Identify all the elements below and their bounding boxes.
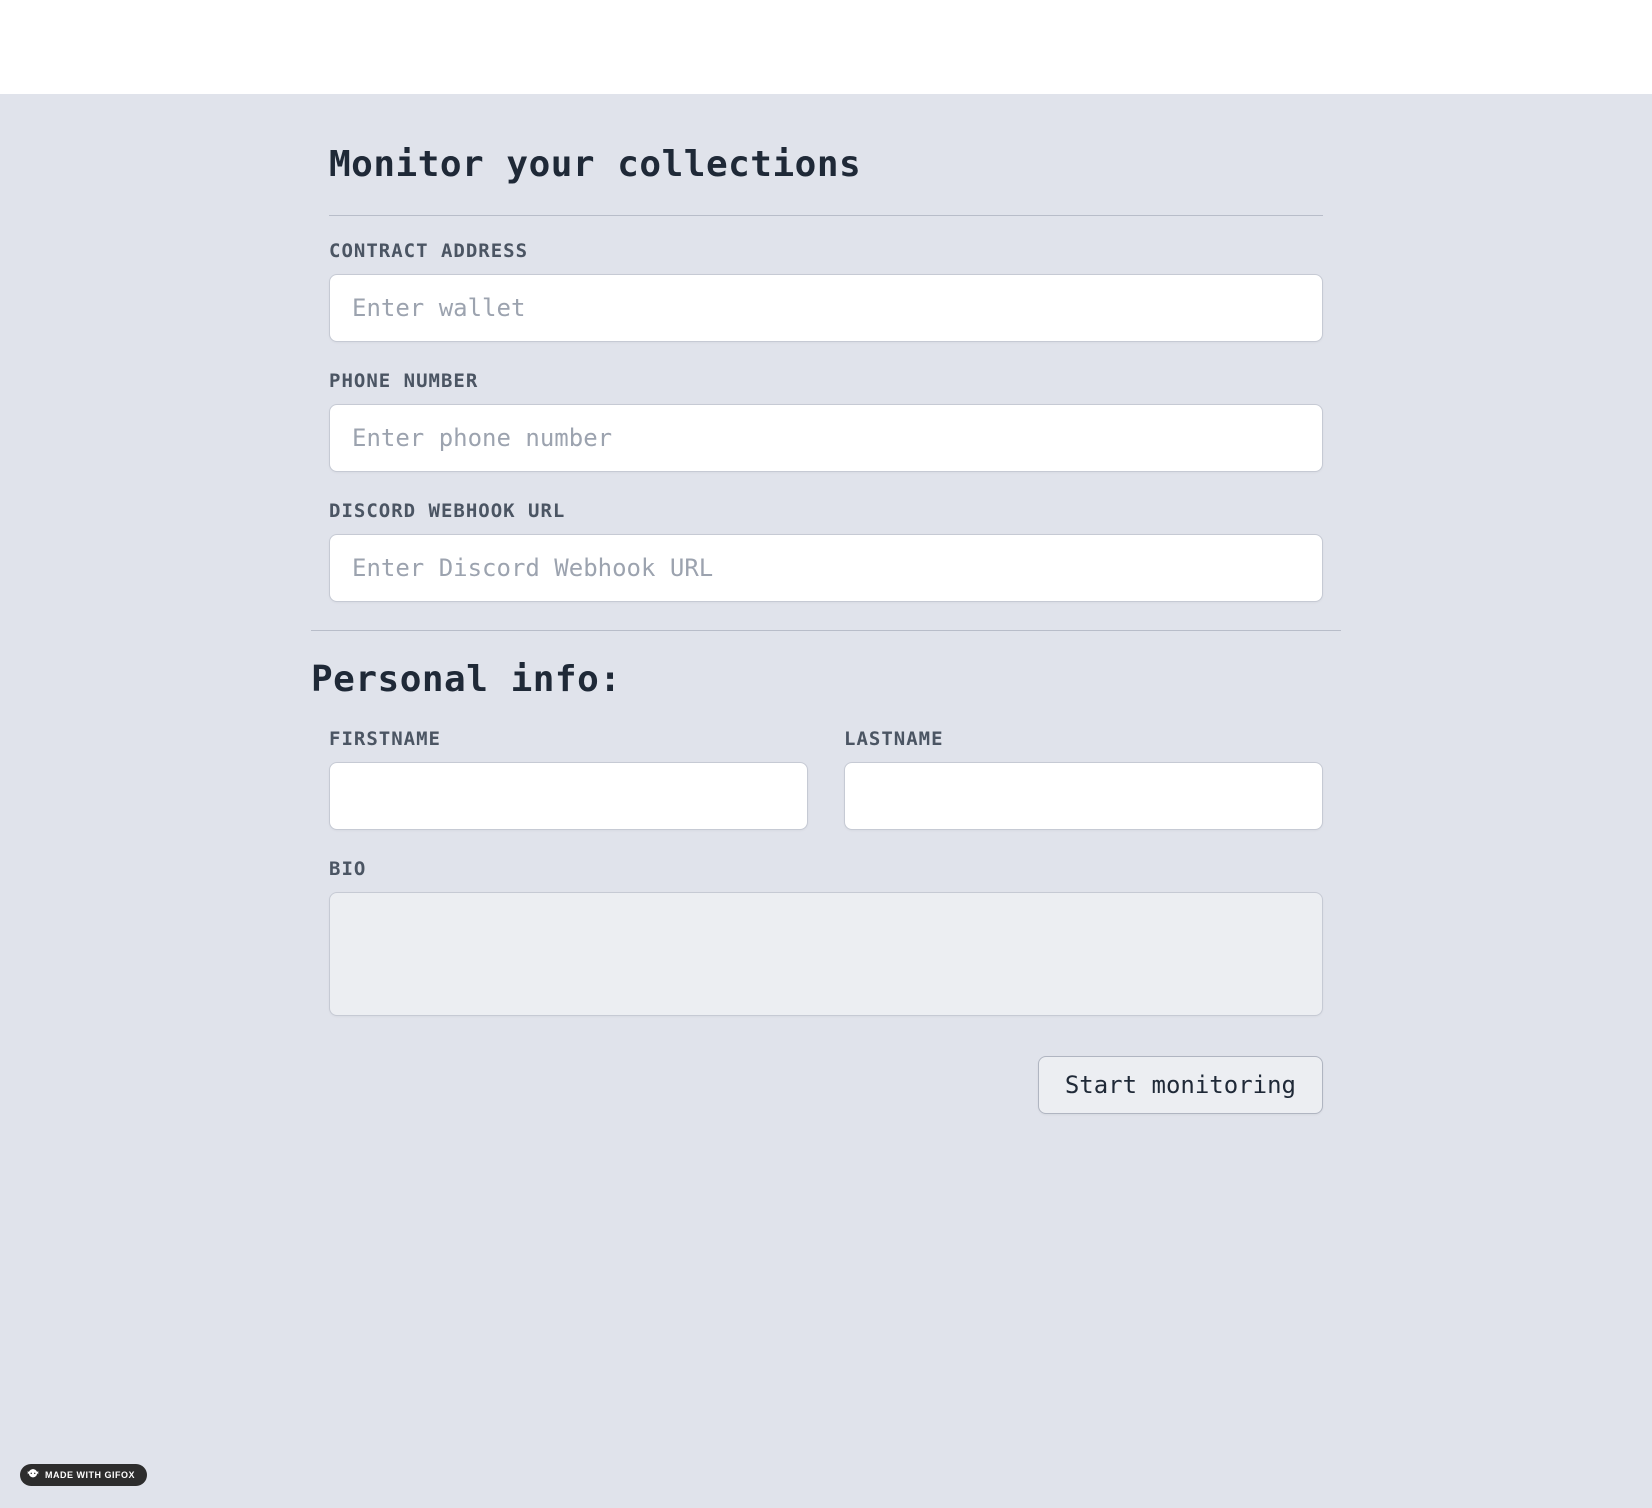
name-row: FIRSTNAME LASTNAME (329, 728, 1323, 830)
monitoring-form-section: CONTRACT ADDRESS PHONE NUMBER DISCORD WE… (311, 215, 1341, 602)
main-area: Monitor your collections CONTRACT ADDRES… (0, 94, 1652, 1508)
divider-middle (311, 630, 1341, 631)
form-container: Monitor your collections CONTRACT ADDRES… (311, 144, 1341, 1114)
gifox-badge: MADE WITH GIFOX (20, 1464, 147, 1486)
firstname-label: FIRSTNAME (329, 728, 808, 750)
gifox-icon (26, 1468, 40, 1482)
contract-address-input[interactable] (329, 274, 1323, 342)
bio-field: BIO (329, 858, 1323, 1020)
personal-info-heading: Personal info: (311, 659, 1341, 700)
discord-webhook-input[interactable] (329, 534, 1323, 602)
page-title: Monitor your collections (329, 144, 1341, 185)
lastname-field: LASTNAME (844, 728, 1323, 830)
phone-number-label: PHONE NUMBER (329, 370, 1323, 392)
phone-number-field: PHONE NUMBER (329, 370, 1323, 472)
lastname-label: LASTNAME (844, 728, 1323, 750)
firstname-field: FIRSTNAME (329, 728, 808, 830)
contract-address-label: CONTRACT ADDRESS (329, 240, 1323, 262)
phone-number-input[interactable] (329, 404, 1323, 472)
actions-row: Start monitoring (329, 1056, 1323, 1114)
divider-top (329, 215, 1323, 216)
personal-info-section: FIRSTNAME LASTNAME BIO Start monitoring (311, 728, 1341, 1114)
firstname-input[interactable] (329, 762, 808, 830)
start-monitoring-button[interactable]: Start monitoring (1038, 1056, 1323, 1114)
discord-webhook-label: DISCORD WEBHOOK URL (329, 500, 1323, 522)
gifox-badge-text: MADE WITH GIFOX (45, 1470, 135, 1480)
lastname-input[interactable] (844, 762, 1323, 830)
bio-textarea[interactable] (329, 892, 1323, 1016)
bio-label: BIO (329, 858, 1323, 880)
top-spacer (0, 0, 1652, 94)
contract-address-field: CONTRACT ADDRESS (329, 240, 1323, 342)
discord-webhook-field: DISCORD WEBHOOK URL (329, 500, 1323, 602)
